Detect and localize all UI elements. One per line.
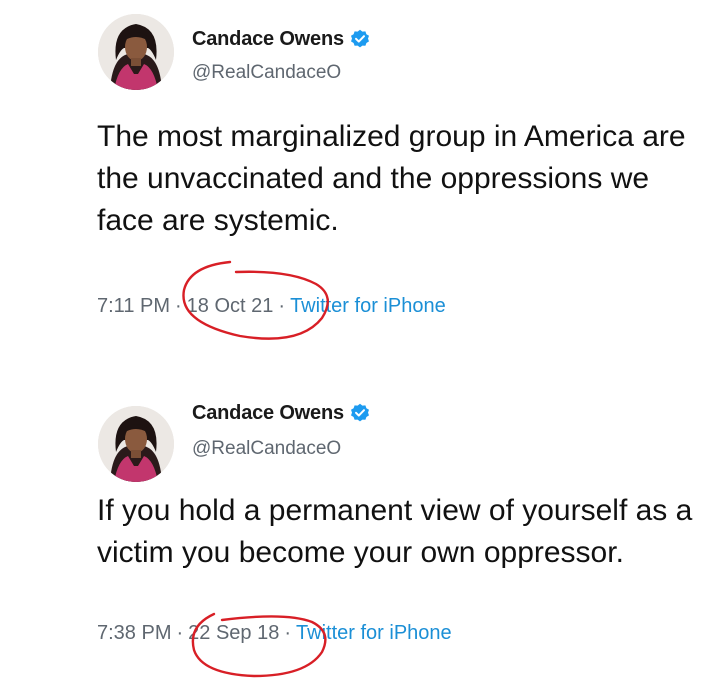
- handle[interactable]: @RealCandaceO: [192, 62, 341, 84]
- avatar[interactable]: [98, 14, 174, 90]
- tweet-time[interactable]: 7:38 PM: [97, 622, 171, 645]
- verified-badge-icon: [350, 29, 370, 49]
- tweet-time[interactable]: 7:11 PM: [97, 295, 170, 318]
- meta-separator: ·: [175, 295, 182, 317]
- display-name[interactable]: Candace Owens: [192, 28, 344, 51]
- meta-separator: ·: [278, 295, 286, 317]
- tweet-source-link[interactable]: Twitter for iPhone: [296, 622, 452, 645]
- tweet-card: Candace Owens @RealCandaceO If you hold …: [0, 380, 720, 691]
- tweet-date[interactable]: 22 Sep 18: [188, 622, 279, 645]
- handle[interactable]: @RealCandaceO: [192, 438, 341, 460]
- meta-separator: ·: [284, 622, 292, 644]
- tweet-meta: 7:38 PM · 22 Sep 18 · Twitter for iPhone: [97, 622, 452, 645]
- tweet-text: The most marginalized group in America a…: [97, 120, 686, 237]
- tweet-text: If you hold a permanent view of yourself…: [97, 494, 693, 569]
- author-name-row[interactable]: Candace Owens: [192, 26, 370, 52]
- tweet-date[interactable]: 18 Oct 21: [187, 295, 274, 318]
- profile-photo-icon: [98, 14, 174, 90]
- tweet-meta: 7:11 PM · 18 Oct 21 · Twitter for iPhone: [97, 295, 446, 318]
- tweet-source-link[interactable]: Twitter for iPhone: [290, 295, 446, 318]
- avatar[interactable]: [98, 406, 174, 482]
- author-name-row[interactable]: Candace Owens: [192, 400, 370, 426]
- display-name[interactable]: Candace Owens: [192, 402, 344, 425]
- verified-badge-icon: [350, 403, 370, 423]
- profile-photo-icon: [98, 406, 174, 482]
- tweet-card: Candace Owens @RealCandaceO The most mar…: [0, 0, 720, 360]
- meta-separator: ·: [176, 622, 184, 644]
